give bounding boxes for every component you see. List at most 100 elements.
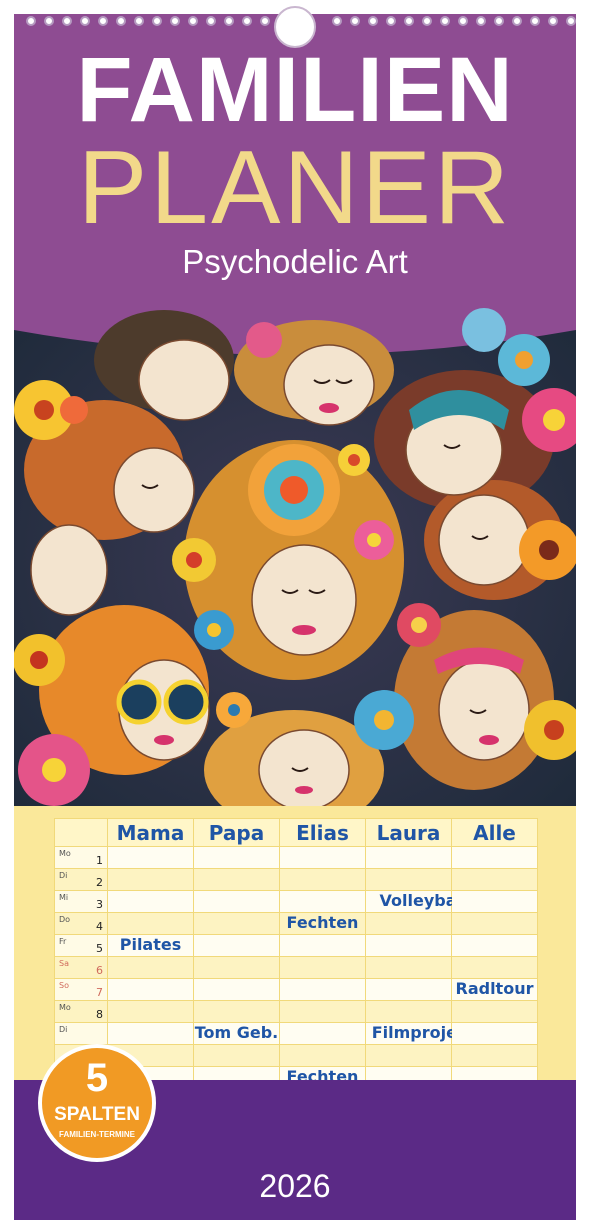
spiral-hole bbox=[422, 16, 432, 26]
entry-text: Tom Geb. bbox=[194, 1023, 279, 1042]
planner-cell[interactable] bbox=[365, 868, 452, 891]
spiral-hole bbox=[530, 16, 540, 26]
spiral-hole bbox=[350, 16, 360, 26]
entry-text: Radltour bbox=[455, 979, 534, 998]
planner-cell[interactable] bbox=[193, 868, 280, 891]
spiral-hole bbox=[62, 16, 72, 26]
day-name: Mo bbox=[59, 1003, 71, 1012]
planner-cell[interactable] bbox=[107, 978, 194, 1001]
spiral-hole bbox=[548, 16, 558, 26]
planner-cell[interactable]: Volleyball bbox=[365, 890, 467, 913]
planner-cell[interactable] bbox=[365, 934, 452, 957]
planner-cell[interactable] bbox=[193, 890, 280, 913]
planner-cell[interactable] bbox=[365, 912, 452, 935]
planner-cell[interactable] bbox=[451, 1044, 538, 1067]
planner-cell[interactable] bbox=[279, 1000, 366, 1023]
grid-header-row: Mama Papa Elias Laura Alle bbox=[54, 818, 538, 847]
spiral-hole bbox=[512, 16, 522, 26]
spiral-hole bbox=[224, 16, 234, 26]
spiral-hole bbox=[188, 16, 198, 26]
planner-cell[interactable] bbox=[279, 1022, 366, 1045]
planner-cell[interactable] bbox=[193, 1000, 280, 1023]
day-name: So bbox=[59, 981, 69, 990]
day-name: Di bbox=[59, 1025, 68, 1034]
planner-cell[interactable] bbox=[279, 868, 366, 891]
day-cell: Mo 8 bbox=[54, 1000, 108, 1023]
day-cell: Mo 1 bbox=[54, 846, 108, 869]
planner-cell[interactable] bbox=[279, 956, 366, 979]
planner-cell[interactable] bbox=[451, 956, 538, 979]
planner-cell[interactable] bbox=[193, 978, 280, 1001]
planner-cell[interactable] bbox=[451, 1022, 538, 1045]
planner-cell[interactable] bbox=[365, 956, 452, 979]
planner-cell[interactable] bbox=[107, 1022, 194, 1045]
planner-cell[interactable] bbox=[107, 1000, 194, 1023]
spiral-hole bbox=[332, 16, 342, 26]
planner-cell[interactable] bbox=[107, 890, 194, 913]
planner-cell[interactable]: Radltour bbox=[451, 978, 538, 1001]
planner-cell[interactable] bbox=[107, 868, 194, 891]
planner-cell[interactable] bbox=[365, 846, 452, 869]
planner-cell[interactable] bbox=[193, 846, 280, 869]
spiral-hole bbox=[152, 16, 162, 26]
planner-cell[interactable] bbox=[193, 912, 280, 935]
day-cell: Di 2 bbox=[54, 868, 108, 891]
spiral-hole bbox=[368, 16, 378, 26]
badge-word: SPALTEN bbox=[54, 1104, 140, 1125]
day-row: Mi 3 Volleyball bbox=[54, 890, 538, 913]
planner-cell[interactable] bbox=[451, 934, 538, 957]
day-name: Mo bbox=[59, 849, 71, 858]
planner-cell[interactable] bbox=[451, 1000, 538, 1023]
planner-cell[interactable] bbox=[365, 1000, 452, 1023]
day-name: Sa bbox=[59, 959, 69, 968]
planner-cell[interactable] bbox=[279, 1044, 366, 1067]
planner-cell[interactable] bbox=[107, 846, 194, 869]
spiral-hole bbox=[98, 16, 108, 26]
day-row: So 7 Radltour bbox=[54, 978, 538, 1001]
planner-cell[interactable] bbox=[451, 846, 538, 869]
spiral-hole bbox=[260, 16, 270, 26]
spiral-hole bbox=[134, 16, 144, 26]
planner-cell[interactable]: Fechten bbox=[279, 912, 366, 935]
day-number: 1 bbox=[96, 854, 103, 867]
day-number: 8 bbox=[96, 1008, 103, 1021]
planner-cell[interactable] bbox=[107, 956, 194, 979]
day-number: 7 bbox=[96, 986, 103, 999]
day-number: 6 bbox=[96, 964, 103, 977]
day-cell: So 7 bbox=[54, 978, 108, 1001]
planner-cell[interactable]: Pilates bbox=[107, 934, 194, 957]
spiral-hole bbox=[80, 16, 90, 26]
day-row: Do 4 Fechten bbox=[54, 912, 538, 935]
planner-cell[interactable] bbox=[279, 890, 366, 913]
spiral-hole bbox=[170, 16, 180, 26]
day-number: 3 bbox=[96, 898, 103, 911]
column-header: Papa bbox=[193, 818, 280, 847]
day-number: 4 bbox=[96, 920, 103, 933]
spiral-hole bbox=[116, 16, 126, 26]
planner-cell[interactable] bbox=[451, 868, 538, 891]
planner-cell[interactable]: Filmprojekt bbox=[365, 1022, 475, 1045]
day-number: 2 bbox=[96, 876, 103, 889]
planner-cell[interactable] bbox=[451, 912, 538, 935]
planner-cell[interactable] bbox=[193, 1044, 280, 1067]
psychedelic-artwork bbox=[14, 300, 576, 820]
planner-cell[interactable] bbox=[451, 890, 538, 913]
spiral-hole bbox=[404, 16, 414, 26]
planner-cell[interactable] bbox=[279, 846, 366, 869]
planner-cell[interactable] bbox=[365, 978, 452, 1001]
day-name: Di bbox=[59, 871, 68, 880]
planner-cell[interactable]: Tom Geb. bbox=[193, 1022, 280, 1045]
day-cell: Mi 3 bbox=[54, 890, 108, 913]
planner-cell[interactable] bbox=[279, 978, 366, 1001]
planner-cell[interactable] bbox=[193, 956, 280, 979]
day-name: Do bbox=[59, 915, 71, 924]
day-name: Mi bbox=[59, 893, 69, 902]
column-header: Elias bbox=[279, 818, 366, 847]
planner-cell[interactable] bbox=[365, 1044, 452, 1067]
planner-cell[interactable] bbox=[279, 934, 366, 957]
planner-cell[interactable] bbox=[107, 912, 194, 935]
day-name: Fr bbox=[59, 937, 67, 946]
day-row: Sa 6 bbox=[54, 956, 538, 979]
day-row: Fr 5 Pilates bbox=[54, 934, 538, 957]
planner-cell[interactable] bbox=[193, 934, 280, 957]
